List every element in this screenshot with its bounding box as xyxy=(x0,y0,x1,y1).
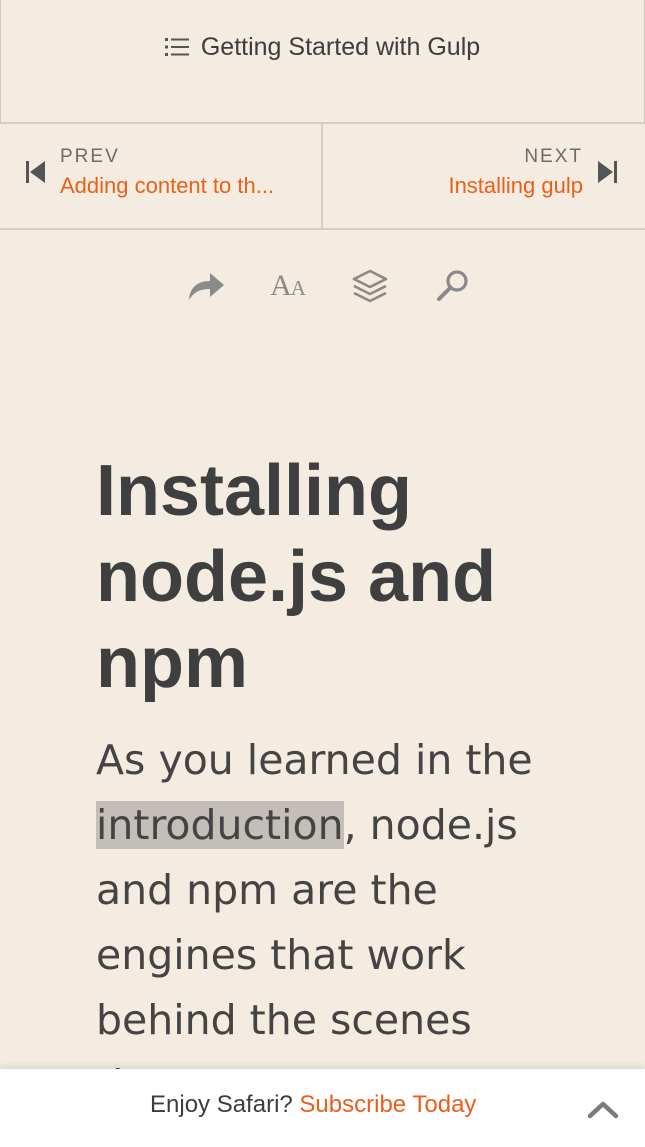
subscribe-link[interactable]: Subscribe Today xyxy=(299,1091,476,1118)
top-bar: Getting Started with Gulp xyxy=(0,0,645,124)
layers-button[interactable] xyxy=(350,266,390,306)
layers-icon xyxy=(352,269,388,303)
reader-toolbar: AA xyxy=(0,266,645,306)
list-icon xyxy=(164,35,189,56)
next-label: NEXT xyxy=(524,146,583,167)
prev-chapter-link[interactable]: PREV Adding content to th... xyxy=(0,124,323,228)
table-of-contents-link[interactable]: Getting Started with Gulp xyxy=(1,33,644,62)
subscribe-banner: Enjoy Safari? Subscribe Today xyxy=(0,1069,645,1147)
skip-previous-icon xyxy=(26,161,45,183)
chapter-title: Installing node.js and npm xyxy=(96,451,497,703)
chevron-up-icon[interactable] xyxy=(587,1099,619,1119)
search-button[interactable] xyxy=(433,266,473,306)
font-size-button[interactable]: AA xyxy=(268,266,308,306)
banner-text: Enjoy Safari? xyxy=(150,1091,293,1118)
font-size-icon: AA xyxy=(270,269,306,302)
share-button[interactable] xyxy=(186,266,226,306)
prev-title[interactable]: Adding content to th... xyxy=(60,173,274,199)
toc-label: Getting Started with Gulp xyxy=(200,33,481,61)
paragraph-text-start: As you learned in the xyxy=(96,736,533,784)
prev-label: PREV xyxy=(60,146,120,167)
share-icon xyxy=(189,273,224,300)
next-title[interactable]: Installing gulp xyxy=(448,173,583,199)
chapter-navigation: PREV Adding content to th... NEXT Instal… xyxy=(0,124,645,230)
introduction-link[interactable]: introduction xyxy=(96,801,344,849)
banner-message: Enjoy Safari? Subscribe Today xyxy=(150,1091,476,1119)
article-paragraph: As you learned in the introduction, node… xyxy=(96,728,566,1118)
search-icon xyxy=(437,270,468,301)
next-chapter-link[interactable]: NEXT Installing gulp xyxy=(323,124,645,228)
skip-next-icon xyxy=(598,161,617,183)
